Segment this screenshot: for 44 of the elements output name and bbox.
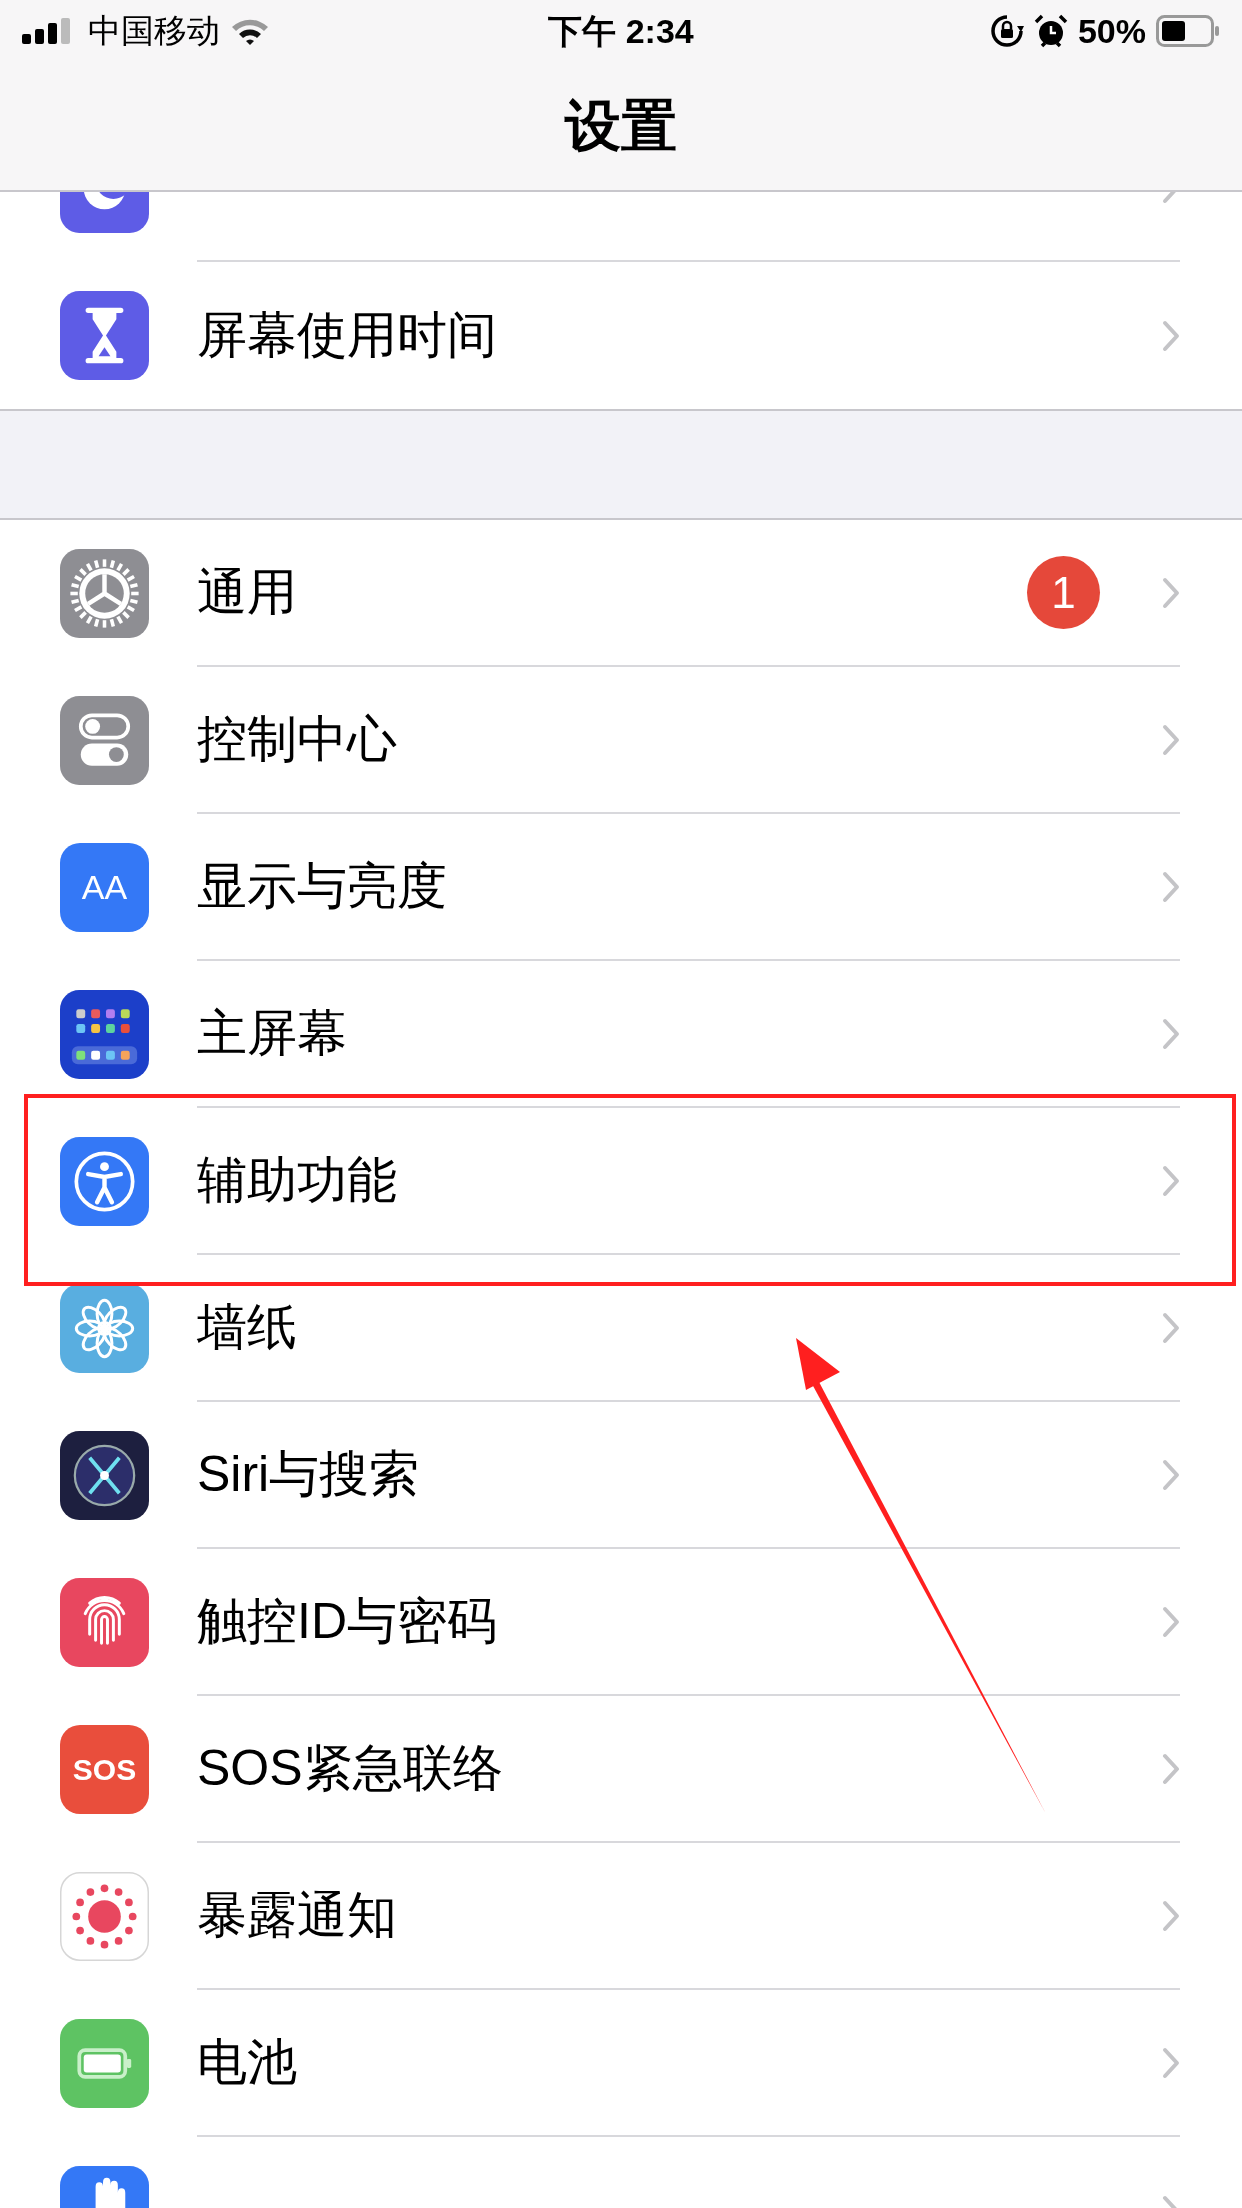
chevron-icon [1162,1899,1180,1932]
row-label: 控制中心 [197,710,398,769]
row-label: 暴露通知 [197,1886,398,1945]
row-label: 屏幕使用时间 [197,306,498,365]
chevron-icon [1162,2046,1180,2079]
chevron-icon [1162,1752,1180,1785]
sun-dots-icon [60,1872,149,1961]
chevron-icon [1162,1311,1180,1344]
carrier-name: 中国移动 [88,11,220,52]
status-time: 下午 2:34 [548,10,694,52]
alarm-icon [1033,14,1068,48]
row-label: 墙纸 [197,1298,298,1357]
notification-badge: 1 [1027,556,1100,629]
row-label: SOS紧急联络 [197,1739,504,1798]
chevron-icon [1162,576,1180,609]
app-grid-icon [60,990,149,1079]
toggle-switches-icon [60,696,149,785]
sos-icon: SOS [60,1725,149,1814]
chevron-icon [1162,1017,1180,1050]
rotation-lock-icon [989,14,1024,48]
battery-icon [60,2019,149,2108]
chevron-icon [1162,870,1180,903]
chevron-icon [1162,723,1180,756]
row-label: 通用 [197,563,298,622]
fingerprint-icon [60,1578,149,1667]
chevron-icon [1162,1458,1180,1491]
row-label: 主屏幕 [197,1004,348,1063]
row-label: 触控ID与密码 [197,1592,498,1651]
row-label: 显示与亮度 [197,857,448,916]
chevron-icon [1162,1605,1180,1638]
gear-icon [60,549,149,638]
row-label: 电池 [197,2033,298,2092]
letters-icon: AA [60,843,149,932]
hourglass-icon [60,291,149,380]
battery-icon [1156,15,1220,47]
accessibility-icon [60,1137,149,1226]
flower-icon [60,1284,149,1373]
chevron-icon [1162,319,1180,352]
row-label: Siri与搜索 [197,1445,421,1504]
battery-percentage: 50% [1077,10,1146,52]
page-title: 设置 [565,93,677,159]
chevron-icon [1162,1164,1180,1197]
row-label: 辅助功能 [197,1151,398,1210]
orb-icon [60,1431,149,1520]
